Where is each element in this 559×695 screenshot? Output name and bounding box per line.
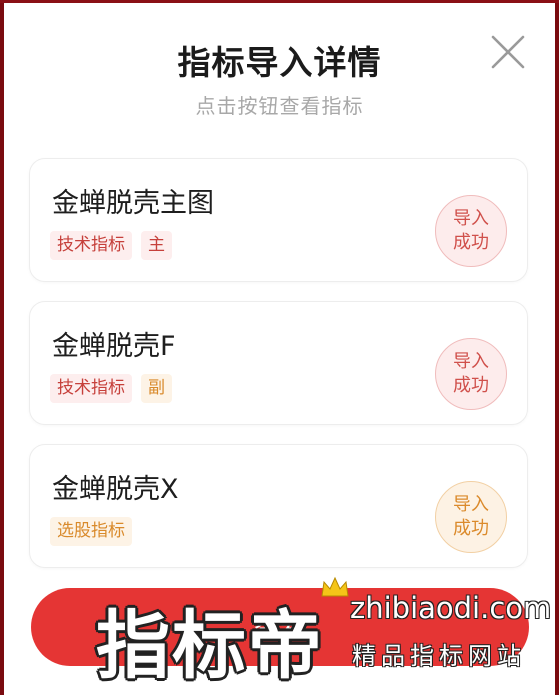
- import-success-badge: 导入 成功: [435, 338, 507, 410]
- crown-icon: [321, 576, 349, 597]
- indicator-tags: 技术指标 主: [50, 231, 172, 260]
- import-success-badge: 导入 成功: [435, 481, 507, 553]
- badge-line-1: 导入: [453, 351, 489, 372]
- close-button[interactable]: [490, 34, 526, 70]
- tag-type: 副: [141, 374, 172, 403]
- indicator-tags: 技术指标 副: [50, 374, 172, 403]
- tag-category: 技术指标: [50, 374, 132, 403]
- indicator-tags: 选股指标: [50, 517, 132, 546]
- import-success-badge: 导入 成功: [435, 195, 507, 267]
- badge-line-1: 导入: [453, 208, 489, 229]
- watermark-domain: zhibiaodi.com: [350, 591, 552, 625]
- indicator-name: 金蝉脱壳X: [52, 474, 179, 505]
- dialog-subtitle: 点击按钮查看指标: [195, 94, 364, 118]
- indicator-card[interactable]: 金蝉脱壳X 选股指标 导入 成功: [29, 444, 528, 568]
- watermark-slogan: 精品指标网站: [352, 642, 526, 670]
- page: 指标导入详情 点击按钮查看指标 金蝉脱壳主图 技术指标 主 导入 成功 金蝉脱壳…: [0, 0, 559, 695]
- badge-line-2: 成功: [453, 232, 489, 253]
- indicator-card[interactable]: 金蝉脱壳F 技术指标 副 导入 成功: [29, 301, 528, 425]
- watermark-brand: 指标帝: [96, 603, 324, 689]
- indicator-name: 金蝉脱壳F: [52, 331, 176, 362]
- indicator-card[interactable]: 金蝉脱壳主图 技术指标 主 导入 成功: [29, 158, 528, 282]
- tag-category: 技术指标: [50, 231, 132, 260]
- close-icon: [491, 35, 525, 69]
- indicator-name: 金蝉脱壳主图: [52, 188, 214, 219]
- dialog-title: 指标导入详情: [177, 43, 382, 82]
- badge-line-2: 成功: [453, 518, 489, 539]
- tag-type: 主: [141, 231, 172, 260]
- badge-line-2: 成功: [453, 375, 489, 396]
- tag-category: 选股指标: [50, 517, 132, 546]
- badge-line-1: 导入: [453, 494, 489, 515]
